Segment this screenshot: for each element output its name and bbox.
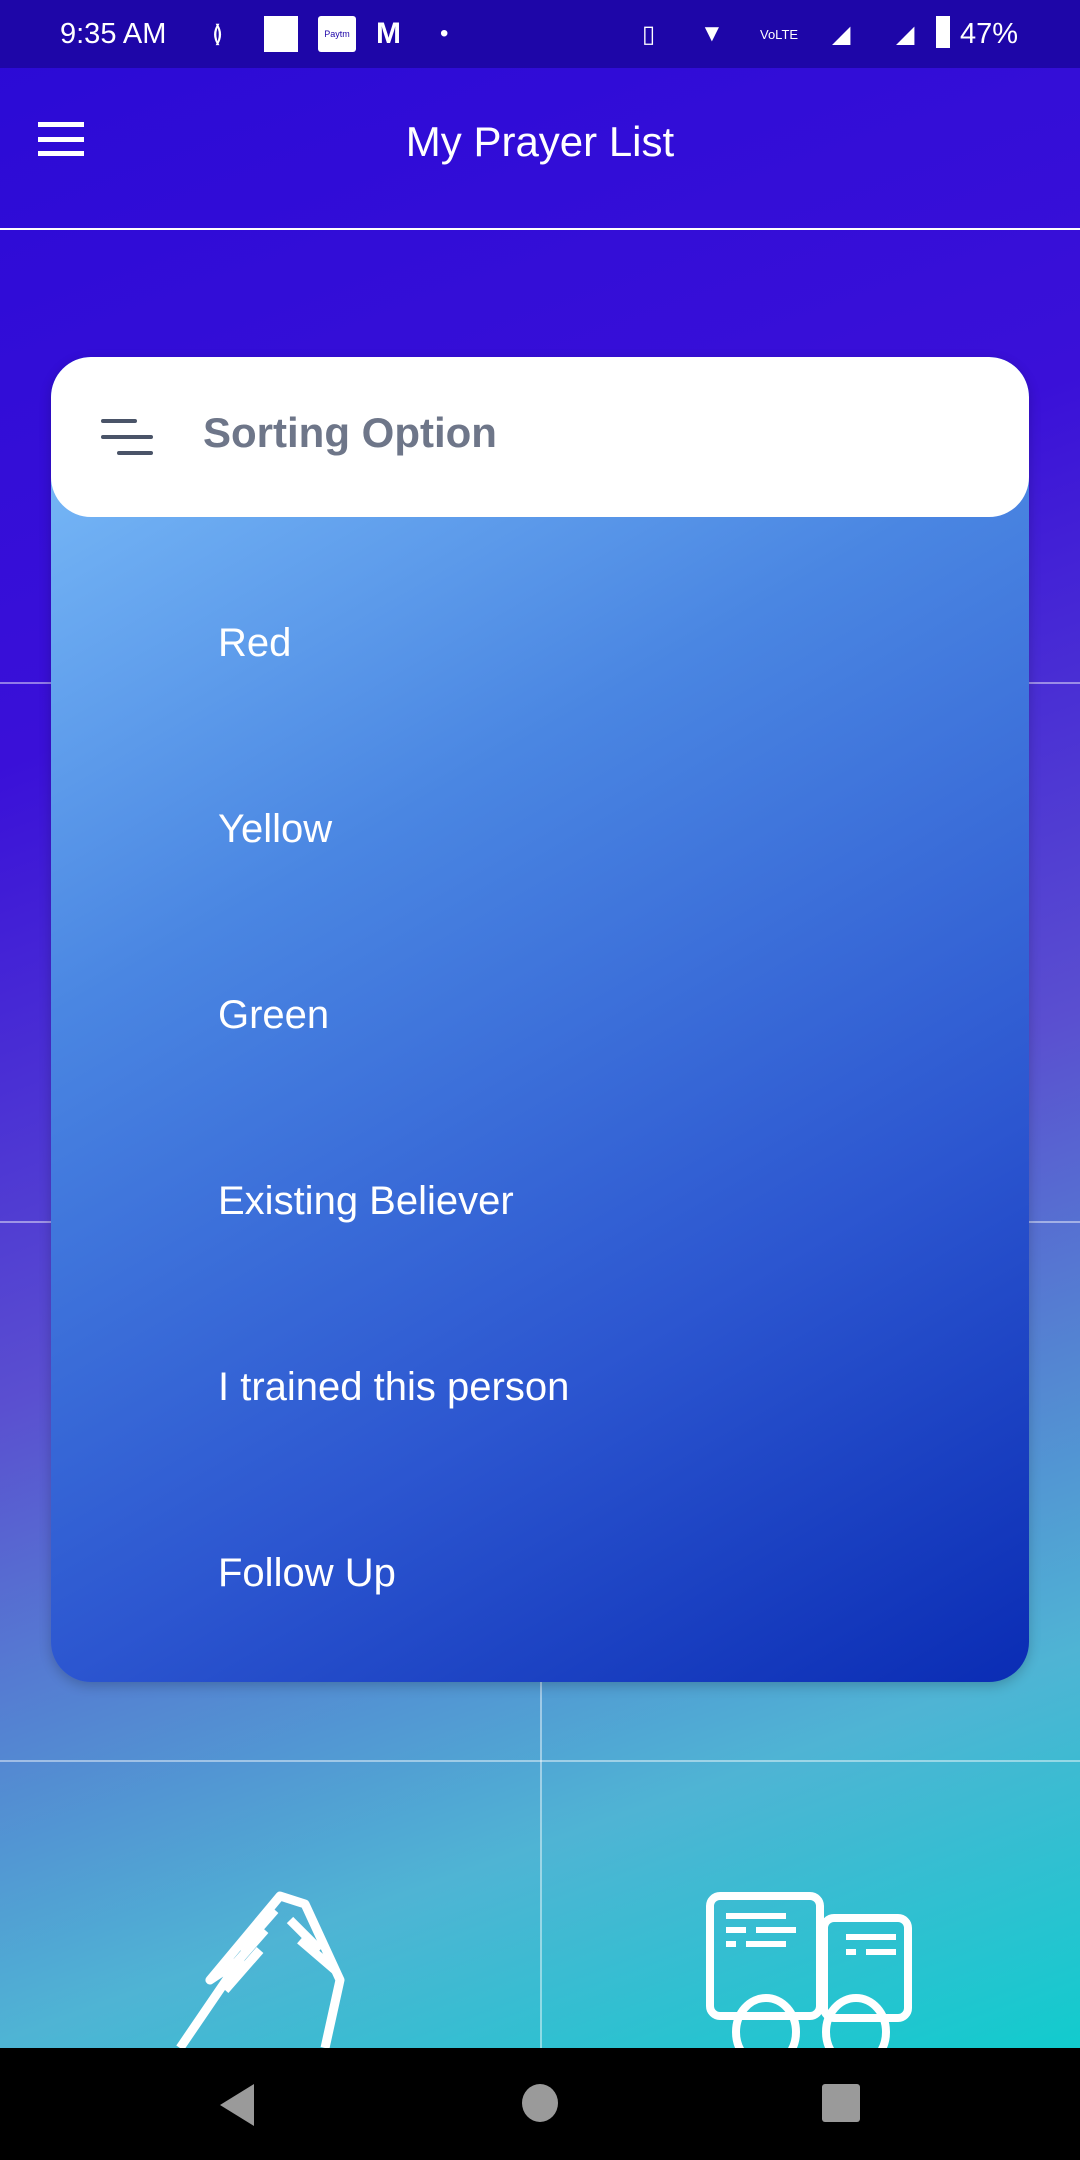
app-bar: My Prayer List bbox=[0, 68, 1080, 230]
battery-level: 47% bbox=[959, 17, 1018, 50]
sort-option-yellow[interactable]: Yellow bbox=[218, 807, 332, 852]
chat-people-icon[interactable] bbox=[706, 1892, 912, 2048]
back-icon[interactable] bbox=[218, 2084, 256, 2126]
sort-lines-icon bbox=[101, 419, 153, 455]
sorting-title: Sorting Option bbox=[203, 409, 497, 456]
praying-hands-icon[interactable] bbox=[170, 1890, 380, 2048]
sorting-header: Sorting Option bbox=[51, 357, 1029, 517]
home-icon[interactable] bbox=[522, 2084, 558, 2122]
status-bar: 9:35 AM ≬ Paytm M • ▯ ▼ VoLTE ◢ ◢ 47% bbox=[0, 0, 1080, 68]
paytm-icon: Paytm bbox=[318, 16, 356, 52]
sorting-option-dialog: Sorting Option Red Yellow Green Existing… bbox=[51, 357, 1029, 1682]
navigation-bar bbox=[0, 2048, 1080, 2160]
sort-option-red[interactable]: Red bbox=[218, 621, 291, 666]
wifi-icon: ▼ bbox=[700, 20, 724, 47]
sbi-icon: ≬ bbox=[212, 20, 224, 48]
sort-option-existing-believer[interactable]: Existing Believer bbox=[218, 1179, 514, 1224]
signal-no-sim-icon: ◢ bbox=[896, 20, 915, 48]
sort-option-trained-person[interactable]: I trained this person bbox=[218, 1365, 569, 1410]
recents-icon[interactable] bbox=[822, 2084, 860, 2122]
sort-option-green[interactable]: Green bbox=[218, 993, 329, 1038]
dot-icon: • bbox=[440, 20, 449, 47]
sort-option-follow-up[interactable]: Follow Up bbox=[218, 1551, 396, 1596]
battery-icon bbox=[936, 16, 950, 48]
status-time: 9:35 AM bbox=[60, 17, 167, 50]
volte-icon: VoLTE bbox=[760, 26, 799, 42]
vibrate-icon: ▯ bbox=[642, 20, 656, 48]
page-title: My Prayer List bbox=[405, 118, 675, 165]
signal-icon: ◢ bbox=[832, 20, 851, 48]
news-icon bbox=[264, 16, 298, 52]
myntra-icon: M bbox=[376, 17, 401, 50]
